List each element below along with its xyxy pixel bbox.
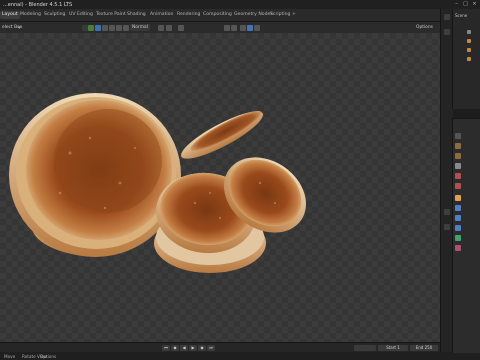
current-frame-field[interactable] [354, 345, 376, 351]
gizmo-icon[interactable] [231, 24, 237, 31]
start-label: Start [386, 345, 396, 350]
end-frame-field[interactable]: End 250 [410, 345, 438, 351]
physics-icon[interactable] [455, 225, 461, 231]
tab-texture-paint[interactable]: Texture Paint [94, 11, 128, 19]
xray-icon[interactable] [240, 24, 246, 31]
end-label: End [415, 345, 424, 350]
tab-sculpting[interactable]: Sculpting [42, 11, 67, 19]
status-options: Options [40, 353, 57, 359]
next-keyframe-icon[interactable]: ◆ [198, 345, 206, 351]
outliner-scene-label: Scene [455, 13, 468, 18]
tab-modeling[interactable]: Modeling [18, 11, 43, 19]
end-value: 250 [424, 345, 433, 350]
overlay-icon[interactable] [224, 24, 230, 31]
snap-icon[interactable] [158, 24, 164, 31]
object-data-icon[interactable] [455, 235, 461, 241]
play-icon[interactable]: ▶ [189, 345, 197, 351]
view-layer-icon[interactable] [455, 163, 461, 169]
solid-shading-icon[interactable] [247, 24, 253, 31]
render-properties-icon[interactable] [455, 143, 461, 149]
view-icon[interactable] [95, 24, 101, 31]
tab-rendering[interactable]: Rendering [175, 11, 202, 19]
pancake-browning [54, 109, 162, 213]
options-dropdown[interactable]: Options [414, 24, 435, 31]
mesh-icon[interactable] [467, 57, 471, 61]
proportional-edit-icon[interactable] [178, 24, 184, 31]
chevron-down-icon[interactable]: ▾ [18, 25, 24, 31]
orientation-dropdown[interactable]: Normal [130, 24, 150, 31]
tab-animation[interactable]: Animation [148, 11, 175, 19]
transform-pivot-icon[interactable] [123, 24, 129, 31]
status-move: Move [4, 353, 16, 359]
tab-compositing[interactable]: Compositing [201, 11, 234, 19]
particles-icon[interactable] [455, 215, 461, 221]
world-properties-icon[interactable] [455, 183, 461, 189]
start-frame-field[interactable]: Start 1 [378, 345, 408, 351]
material-preview-icon[interactable] [254, 24, 260, 31]
maximize-icon[interactable]: □ [463, 2, 468, 7]
pancake-scene [9, 93, 306, 273]
workspace-tabs-bar: Layout Modeling Sculpting UV Editing Tex… [0, 9, 452, 22]
grid-icon[interactable] [444, 224, 450, 230]
play-reverse-icon[interactable]: ◀ [180, 345, 188, 351]
3d-viewport[interactable] [0, 33, 440, 342]
properties-panel [452, 118, 480, 353]
window-title: ...ennal) - Blender 4.5.1 LTS [3, 1, 73, 8]
start-value: 1 [397, 345, 400, 350]
output-properties-icon[interactable] [455, 153, 461, 159]
minimize-icon[interactable]: – [454, 2, 459, 7]
select-icon[interactable] [102, 24, 108, 31]
tab-scripting[interactable]: Scripting [268, 11, 292, 19]
close-icon[interactable]: × [472, 2, 477, 7]
jump-start-icon[interactable]: ⏮ [162, 345, 170, 351]
tab-shading[interactable]: Shading [125, 11, 148, 19]
object-mode-icon[interactable] [88, 24, 94, 31]
jump-end-icon[interactable]: ⏭ [207, 345, 215, 351]
collection-icon[interactable] [467, 30, 471, 34]
add-icon[interactable] [109, 24, 115, 31]
search-icon[interactable] [444, 14, 450, 20]
tool-properties-icon[interactable] [455, 133, 461, 139]
viewport-header: elect Box ▾ Normal Options [0, 22, 440, 33]
scene-properties-icon[interactable] [455, 173, 461, 179]
add-workspace-button[interactable]: + [290, 11, 298, 19]
title-bar: ...ennal) - Blender 4.5.1 LTS – □ × [0, 0, 480, 9]
pancake [190, 110, 262, 152]
material-properties-icon[interactable] [455, 245, 461, 251]
outliner-panel: Scene [452, 9, 480, 109]
status-bar: Move Rotate View Options [0, 352, 480, 360]
tab-layout[interactable]: Layout [0, 11, 20, 19]
prev-keyframe-icon[interactable]: ◆ [171, 345, 179, 351]
camera-view-icon[interactable] [444, 209, 450, 215]
zoom-icon[interactable] [444, 29, 450, 35]
camera-icon[interactable] [467, 39, 471, 43]
object-icon[interactable] [116, 24, 122, 31]
object-properties-icon[interactable] [455, 195, 461, 201]
tab-uv-editing[interactable]: UV Editing [67, 11, 95, 19]
snap-target-icon[interactable] [166, 24, 172, 31]
modifier-properties-icon[interactable] [455, 205, 461, 211]
light-icon[interactable] [467, 48, 471, 52]
